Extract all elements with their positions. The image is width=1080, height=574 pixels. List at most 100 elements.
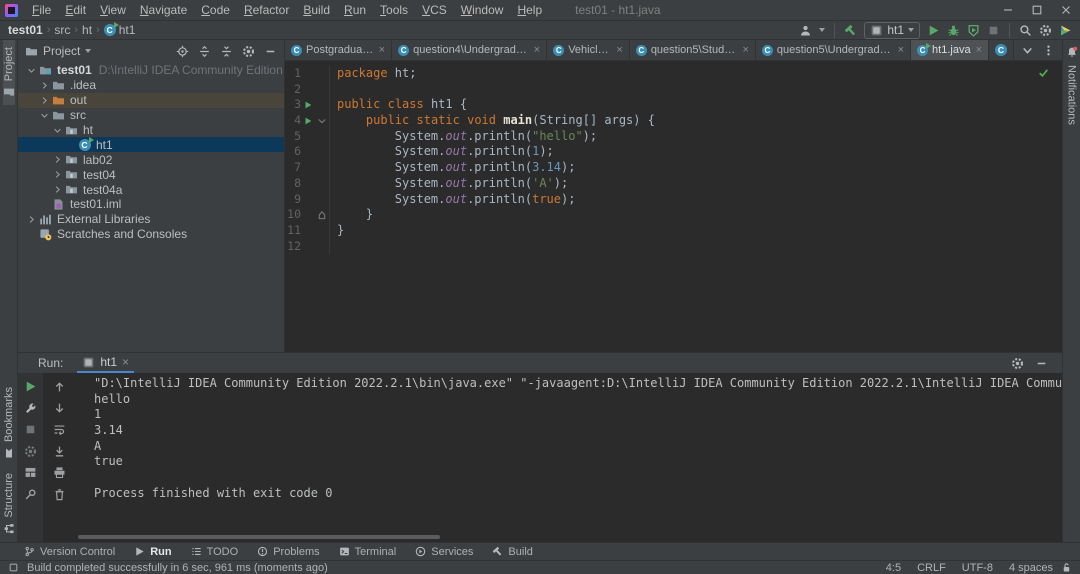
stripe-project-button[interactable]: Project xyxy=(2,40,15,106)
gutter[interactable]: 5 xyxy=(285,128,330,145)
menu-vcs[interactable]: VCS xyxy=(415,1,454,19)
minimize-button[interactable] xyxy=(993,0,1022,20)
code-line[interactable]: 1 package ht; xyxy=(285,66,1062,82)
code-line[interactable]: 3 public class ht1 { xyxy=(285,97,1062,114)
tab-close-icon[interactable]: × xyxy=(379,44,385,56)
soft-wrap-icon[interactable] xyxy=(53,423,66,436)
code-line[interactable]: 2 xyxy=(285,81,1062,98)
code-line[interactable]: 8 System.out.println('A'); xyxy=(285,175,1062,192)
tab-close-icon[interactable]: × xyxy=(534,44,540,56)
chevron-right-icon[interactable] xyxy=(50,185,64,194)
gutter[interactable]: 7 xyxy=(285,160,330,176)
tree-row-ht1[interactable]: Cht1 xyxy=(18,136,284,153)
gutter[interactable]: 11 xyxy=(285,222,330,239)
run-panel-hide-icon[interactable] xyxy=(1035,357,1048,370)
line-separator[interactable]: CRLF xyxy=(917,562,946,574)
toolwindow-build[interactable]: Build xyxy=(492,546,533,558)
breadcrumb-item-test01[interactable]: test01 xyxy=(8,23,43,37)
line-number[interactable]: 6 xyxy=(285,144,301,160)
run-line-icon[interactable] xyxy=(301,116,315,126)
chevron-down-icon[interactable] xyxy=(37,111,51,120)
line-number[interactable]: 2 xyxy=(285,82,301,98)
line-number[interactable]: 5 xyxy=(285,129,301,145)
code-with-me-users-icon[interactable] xyxy=(799,24,812,37)
settings-gear-icon[interactable] xyxy=(1039,24,1052,37)
line-number[interactable]: 7 xyxy=(285,160,301,176)
line-number[interactable]: 12 xyxy=(285,239,301,255)
encoding[interactable]: UTF-8 xyxy=(962,562,993,574)
tree-row-lab02[interactable]: lab02 xyxy=(18,152,284,167)
panel-options-gear-icon[interactable] xyxy=(242,45,255,58)
menu-window[interactable]: Window xyxy=(454,1,511,19)
scroll-to-end-icon[interactable] xyxy=(53,445,66,458)
line-number[interactable]: 8 xyxy=(285,176,301,192)
breadcrumb-item-ht[interactable]: ht xyxy=(82,23,92,37)
toolwindow-version-control[interactable]: Version Control xyxy=(24,546,115,558)
lock-icon[interactable] xyxy=(1061,562,1072,573)
build-hammer-icon[interactable] xyxy=(844,24,857,37)
editor-tab-question5-student.java[interactable]: Cquestion5\Student.java × xyxy=(630,40,756,60)
gutter[interactable]: 12 xyxy=(285,238,330,255)
menu-file[interactable]: File xyxy=(25,1,58,19)
caret-position[interactable]: 4:5 xyxy=(886,562,901,574)
menu-run[interactable]: Run xyxy=(337,1,373,19)
chevron-right-icon[interactable] xyxy=(37,96,51,105)
prev-occurrence-icon[interactable] xyxy=(53,380,66,393)
line-number[interactable]: 4 xyxy=(285,113,301,129)
tree-row-src[interactable]: src xyxy=(18,108,284,123)
chevron-right-icon[interactable] xyxy=(24,215,38,224)
pin-tab-icon[interactable] xyxy=(24,488,37,501)
overflow-tab-stub[interactable]: C xyxy=(989,40,1014,60)
gutter[interactable]: 9 xyxy=(285,191,330,208)
restore-layout-icon[interactable] xyxy=(24,466,37,479)
menu-build[interactable]: Build xyxy=(296,1,337,19)
line-number[interactable]: 1 xyxy=(285,66,301,82)
code-line[interactable]: 7 System.out.println(3.14); xyxy=(285,160,1062,176)
breadcrumb-item-src[interactable]: src xyxy=(54,23,70,37)
tab-close-icon[interactable]: × xyxy=(616,44,622,56)
tree-row-test04[interactable]: test04 xyxy=(18,167,284,182)
toolwindow-todo[interactable]: TODO xyxy=(191,546,238,558)
run-tab-close-icon[interactable]: × xyxy=(122,355,129,369)
toolwindow-services[interactable]: Services xyxy=(415,546,473,558)
menu-tools[interactable]: Tools xyxy=(373,1,415,19)
fold-down-icon[interactable] xyxy=(315,116,329,126)
coverage-button[interactable] xyxy=(967,24,980,37)
run-console-output[interactable]: "D:\IntelliJ IDEA Community Edition 2022… xyxy=(74,373,1062,542)
gutter[interactable]: 8 xyxy=(285,175,330,192)
tree-row-out[interactable]: out xyxy=(18,92,284,108)
tab-options-kebab-icon[interactable] xyxy=(1042,44,1055,57)
tab-close-icon[interactable]: × xyxy=(976,44,982,56)
editor-tab-question5-undergraduate.java[interactable]: Cquestion5\Undergraduate.java × xyxy=(756,40,912,60)
tab-close-icon[interactable]: × xyxy=(742,44,748,56)
run-configuration-select[interactable]: ht1 xyxy=(864,21,920,39)
code-line[interactable]: 10 } xyxy=(285,207,1062,223)
gutter[interactable]: 3 xyxy=(285,97,330,114)
rerun-button[interactable] xyxy=(24,380,37,393)
clear-console-trash-icon[interactable] xyxy=(53,488,66,501)
menu-navigate[interactable]: Navigate xyxy=(133,1,194,19)
background-tasks-icon[interactable] xyxy=(8,562,19,573)
tree-row-ht[interactable]: ht xyxy=(18,123,284,138)
notifications-bell-icon[interactable] xyxy=(1066,46,1078,58)
code-line[interactable]: 6 System.out.println(1); xyxy=(285,144,1062,161)
hidden-tabs-chevron-icon[interactable] xyxy=(1021,44,1034,57)
menu-code[interactable]: Code xyxy=(194,1,237,19)
edit-configuration-wrench-icon[interactable] xyxy=(24,402,37,415)
editor-tab-postgraduate.java[interactable]: C Postgraduate.java × xyxy=(285,40,393,60)
gutter[interactable]: 2 xyxy=(285,81,330,98)
toolwindow-problems[interactable]: Problems xyxy=(257,546,320,558)
chevron-right-icon[interactable] xyxy=(50,170,64,179)
gutter[interactable]: 6 xyxy=(285,144,330,161)
line-number[interactable]: 9 xyxy=(285,192,301,208)
toolwindow-terminal[interactable]: Terminal xyxy=(339,546,396,558)
locate-file-icon[interactable] xyxy=(176,45,189,58)
gutter[interactable]: 1 xyxy=(285,66,330,82)
code-line[interactable]: 12 xyxy=(285,238,1062,255)
editor-tab-question4-undergraduate.java[interactable]: Cquestion4\Undergraduate.java × xyxy=(392,40,548,60)
chevron-down-icon[interactable] xyxy=(50,126,64,135)
indent-style[interactable]: 4 spaces xyxy=(1009,562,1053,574)
menu-help[interactable]: Help xyxy=(510,1,549,19)
maximize-button[interactable] xyxy=(1022,0,1051,20)
gutter[interactable]: 4 xyxy=(285,113,330,129)
